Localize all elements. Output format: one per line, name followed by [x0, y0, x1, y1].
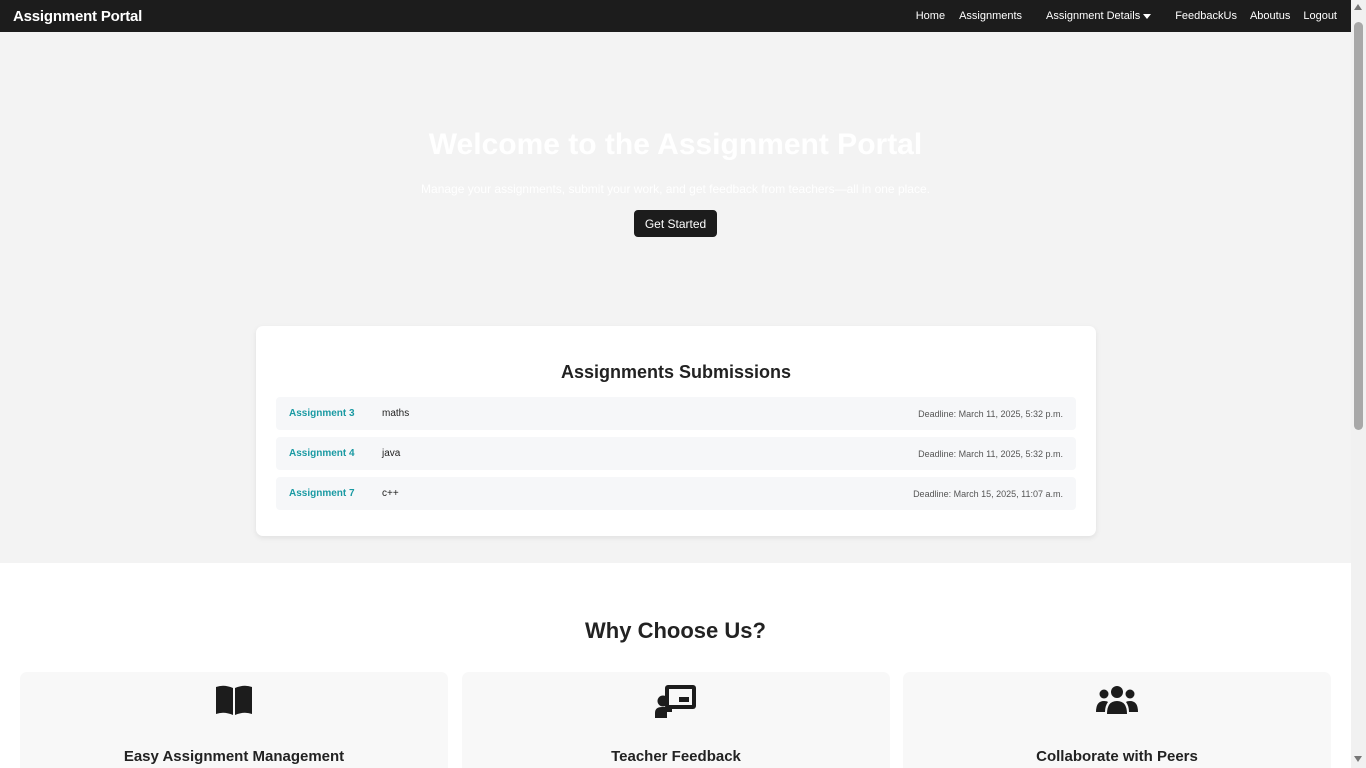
teacher-icon	[462, 684, 890, 718]
nav-links: Home Assignments Assignment Details Feed…	[916, 0, 1337, 32]
assignment-link[interactable]: Assignment 7	[289, 488, 382, 499]
scroll-up-arrow-icon[interactable]	[1354, 4, 1362, 10]
nav-logout[interactable]: Logout	[1303, 10, 1337, 22]
nav-assignments[interactable]: Assignments	[959, 10, 1022, 22]
feature-card-assignment-management: Easy Assignment Management	[20, 672, 448, 768]
users-icon	[903, 684, 1331, 716]
navbar: Assignment Portal Home Assignments Assig…	[0, 0, 1351, 32]
nav-feedback[interactable]: FeedbackUs	[1175, 10, 1237, 22]
feature-label: Easy Assignment Management	[123, 748, 345, 765]
nav-assignment-details-dropdown[interactable]: Assignment Details	[1046, 10, 1152, 22]
page-scrollbar[interactable]	[1351, 0, 1366, 768]
assignment-subject: maths	[382, 408, 410, 419]
submissions-card: Assignments Submissions Assignment 3 mat…	[256, 326, 1096, 536]
nav-assignment-details-label: Assignment Details	[1046, 10, 1141, 22]
assignment-subject: java	[382, 448, 401, 459]
nav-home[interactable]: Home	[916, 10, 945, 22]
feature-label: Collaborate with Peers	[1036, 748, 1198, 765]
hero-subtitle: Manage your assignments, submit your wor…	[421, 182, 930, 196]
brand-logo[interactable]: Assignment Portal	[13, 8, 142, 25]
get-started-button[interactable]: Get Started	[634, 210, 717, 237]
submission-row: Assignment 4 java Deadline: March 11, 20…	[276, 437, 1076, 470]
nav-about[interactable]: Aboutus	[1250, 10, 1290, 22]
assignment-deadline: Deadline: March 11, 2025, 5:32 p.m.	[918, 448, 1063, 459]
assignment-deadline: Deadline: March 11, 2025, 5:32 p.m.	[918, 408, 1063, 419]
book-icon	[20, 684, 448, 716]
why-choose-us-title: Why Choose Us?	[585, 618, 766, 643]
assignment-link[interactable]: Assignment 4	[289, 448, 382, 459]
scroll-thumb[interactable]	[1354, 22, 1363, 430]
assignment-link[interactable]: Assignment 3	[289, 408, 382, 419]
submission-row: Assignment 7 c++ Deadline: March 15, 202…	[276, 477, 1076, 510]
hero-section: Welcome to the Assignment Portal Manage …	[0, 32, 1351, 563]
feature-card-collaborate: Collaborate with Peers	[903, 672, 1331, 768]
caret-down-icon	[1143, 13, 1152, 19]
feature-label: Teacher Feedback	[611, 748, 741, 765]
hero-title: Welcome to the Assignment Portal	[428, 128, 923, 161]
submissions-list: Assignment 3 maths Deadline: March 11, 2…	[276, 397, 1076, 517]
submissions-title: Assignments Submissions	[560, 362, 792, 382]
scroll-down-arrow-icon[interactable]	[1354, 756, 1362, 762]
assignment-subject: c++	[382, 488, 399, 499]
submission-row: Assignment 3 maths Deadline: March 11, 2…	[276, 397, 1076, 430]
feature-card-teacher-feedback: Teacher Feedback	[462, 672, 890, 768]
assignment-deadline: Deadline: March 15, 2025, 11:07 a.m.	[913, 488, 1063, 499]
